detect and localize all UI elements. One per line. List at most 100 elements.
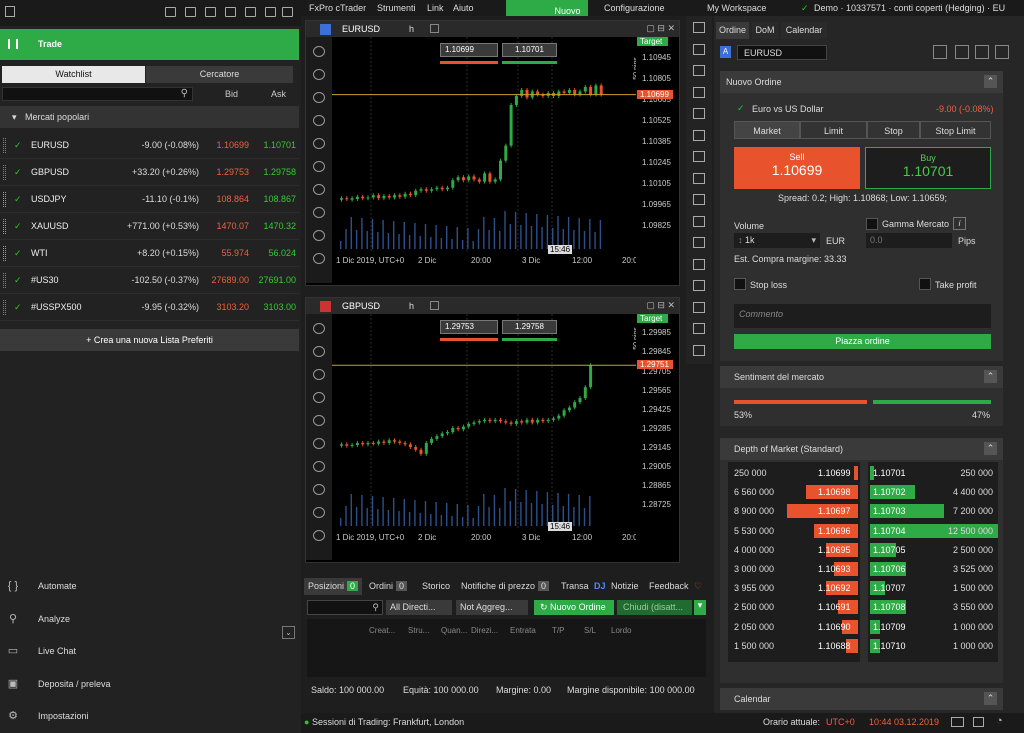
- dom-buy-price[interactable]: 1.10707: [873, 580, 906, 596]
- dom-buy-price[interactable]: 1.10706: [873, 561, 906, 577]
- quick-buy-button[interactable]: 1.10701: [502, 43, 557, 57]
- window-controls[interactable]: ▢ ⊟ ✕: [646, 23, 675, 34]
- dom-sell-price[interactable]: 1.10698: [818, 484, 851, 500]
- crosshair-icon[interactable]: [693, 108, 705, 119]
- ruler-icon[interactable]: [693, 215, 705, 227]
- square2-icon[interactable]: [693, 65, 705, 76]
- price-scale[interactable]: 1.10945 1.10805 1.10665 1.10525 1.10385 1.102…: [636, 37, 679, 267]
- gear-icon[interactable]: [995, 45, 1009, 59]
- collapse-icon[interactable]: ⌃: [984, 692, 997, 705]
- dom-sell-price[interactable]: 1.10691: [818, 599, 851, 615]
- watchlist-row[interactable]: ✓ USDJPY -11.10 (-0.1%) 108.864 108.867: [0, 186, 299, 213]
- settings-icon[interactable]: [933, 45, 947, 59]
- timeframe-selector[interactable]: h: [409, 24, 414, 34]
- positions-column-header[interactable]: Creat...: [369, 626, 395, 635]
- timezone-selector[interactable]: UTC+0: [826, 717, 855, 727]
- new-order-menu-button[interactable]: Nuovo Ordine: [506, 0, 588, 32]
- sidebar-toggle-icon[interactable]: [5, 6, 15, 17]
- watchlist-row[interactable]: ✓ #US30 -102.50 (-0.37%) 27689.00 27691.00: [0, 267, 299, 294]
- quick-buy-button[interactable]: 1.29758: [502, 320, 557, 334]
- ask-price[interactable]: 27691.00: [258, 267, 296, 294]
- tab-positions[interactable]: Posizioni 0: [304, 578, 362, 595]
- config-menu[interactable]: Configurazione: [604, 3, 665, 13]
- ask-price[interactable]: 56.024: [268, 240, 296, 267]
- bid-price[interactable]: 55.974: [221, 240, 249, 267]
- line-icon[interactable]: [693, 151, 705, 162]
- layout-icon[interactable]: [245, 7, 256, 17]
- dom-buy-price[interactable]: 1.10710: [873, 638, 906, 654]
- tab-order[interactable]: Ordine: [716, 22, 749, 39]
- stop-loss-checkbox[interactable]: [734, 278, 746, 290]
- timeframe-m15-icon[interactable]: [313, 230, 325, 241]
- dom-buy-price[interactable]: 1.10705: [873, 542, 906, 558]
- more-icon[interactable]: [313, 253, 325, 264]
- bid-price[interactable]: 1470.07: [216, 213, 249, 240]
- trade-section[interactable]: Trade: [0, 29, 299, 60]
- nav-live-chat[interactable]: ▭ Live Chat: [0, 635, 299, 667]
- menu-link[interactable]: Link: [427, 3, 444, 13]
- zoom-in-icon[interactable]: [313, 46, 325, 57]
- pen-icon[interactable]: [693, 172, 705, 184]
- chart-symbol[interactable]: EURUSD: [342, 24, 380, 34]
- zoom-out-icon[interactable]: [313, 69, 325, 80]
- drawing-icon[interactable]: [313, 138, 325, 149]
- create-list-button[interactable]: + Crea una nuova Lista Preferiti: [0, 329, 299, 351]
- timeframe-m15-icon[interactable]: [313, 507, 325, 518]
- info-icon[interactable]: i: [953, 217, 966, 230]
- ask-price[interactable]: 1.29758: [263, 159, 296, 186]
- positions-column-header[interactable]: S/L: [584, 626, 596, 635]
- drawing-icon[interactable]: [313, 415, 325, 426]
- dom-sell-price[interactable]: 1.10696: [818, 523, 851, 539]
- positions-column-header[interactable]: Lordo: [611, 626, 631, 635]
- positions-column-header[interactable]: T/P: [552, 626, 564, 635]
- dom-sell-price[interactable]: 1.10690: [818, 619, 851, 635]
- quick-sell-button[interactable]: 1.10699: [440, 43, 498, 57]
- tab-calendar[interactable]: Calendar: [781, 22, 827, 39]
- direction-filter[interactable]: All Directi...: [386, 600, 452, 615]
- bid-price[interactable]: 3103.20: [216, 294, 249, 321]
- tab-transactions[interactable]: Transa: [561, 578, 589, 595]
- dom-sell-price[interactable]: 1.10695: [818, 542, 851, 558]
- chart-symbol[interactable]: GBPUSD: [342, 301, 380, 311]
- drag-handle-icon[interactable]: [3, 246, 6, 261]
- quick-sell-button[interactable]: 1.29753: [440, 320, 498, 334]
- fib-icon[interactable]: [693, 129, 705, 141]
- pointer-icon[interactable]: [693, 86, 705, 98]
- take-profit-checkbox[interactable]: [919, 278, 931, 290]
- chart-icon[interactable]: [955, 45, 969, 59]
- price-scale[interactable]: 1.29985 1.29845 1.29705 1.29565 1.29425 1.292…: [636, 314, 679, 544]
- dom-buy-price[interactable]: 1.10704: [873, 523, 906, 539]
- screenshot-icon[interactable]: [313, 438, 325, 449]
- positions-column-header[interactable]: Direzi...: [471, 626, 498, 635]
- timeframe-m1-icon[interactable]: [313, 461, 325, 472]
- menu-aiuto[interactable]: Aiuto: [453, 3, 474, 13]
- fill-icon[interactable]: [693, 301, 705, 313]
- text-icon[interactable]: [693, 280, 705, 291]
- drag-handle-icon[interactable]: [3, 300, 6, 315]
- search-icon[interactable]: ⚲: [181, 88, 188, 99]
- workspace-menu[interactable]: My Workspace: [707, 3, 766, 13]
- dom-buy-price[interactable]: 1.10701: [873, 465, 906, 481]
- screen-icon[interactable]: [951, 717, 964, 727]
- ask-price[interactable]: 1.10701: [263, 132, 296, 159]
- rect-icon[interactable]: [693, 237, 705, 248]
- chart-settings-icon[interactable]: [430, 24, 439, 33]
- more-icon[interactable]: [313, 530, 325, 541]
- layout-icon[interactable]: [973, 717, 984, 727]
- bid-price[interactable]: 1.10699: [216, 132, 249, 159]
- tab-feedback[interactable]: Feedback: [649, 578, 689, 595]
- watchlist-row[interactable]: ✓ #USSPX500 -9.95 (-0.32%) 3103.20 3103.00: [0, 294, 299, 321]
- timeframe-m5-icon[interactable]: [313, 484, 325, 495]
- dom-buy-price[interactable]: 1.10708: [873, 599, 906, 615]
- dom-buy-price[interactable]: 1.10702: [873, 484, 906, 500]
- zoom-in-icon[interactable]: [313, 323, 325, 334]
- drag-handle-icon[interactable]: [3, 273, 6, 288]
- square-icon[interactable]: [693, 43, 705, 55]
- image-icon[interactable]: [185, 7, 196, 17]
- window-icon[interactable]: [225, 7, 236, 17]
- aggregation-filter[interactable]: Not Aggreg...: [456, 600, 528, 615]
- window-controls[interactable]: ▢ ⊟ ✕: [646, 300, 675, 311]
- symbol-search-input[interactable]: EURUSD: [737, 45, 827, 60]
- dom-sell-price[interactable]: 1.10699: [818, 465, 851, 481]
- market-range-input[interactable]: 0.0: [866, 233, 952, 248]
